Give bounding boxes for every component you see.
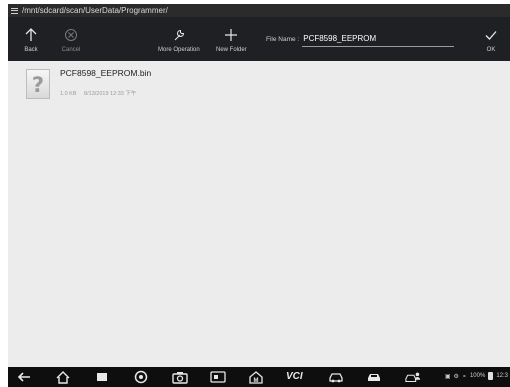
vci-button[interactable]: VCI <box>286 371 303 382</box>
toolbar: Back Cancel More Operation New Folder Fi… <box>8 17 510 61</box>
ok-button[interactable]: OK <box>480 17 502 61</box>
more-operation-button[interactable]: More Operation <box>158 17 200 61</box>
file-meta: 1.0 KB 8/13/2019 12:33 下午 <box>60 89 142 97</box>
screen: /mnt/sdcard/scan/UserData/Programmer/ Ba… <box>8 4 510 387</box>
file-list: ? PCF8598_EEPROM.bin 1.0 KB 8/13/2019 12… <box>8 61 510 367</box>
unknown-file-icon: ? <box>26 69 50 99</box>
file-size: 1.0 KB <box>60 91 77 97</box>
browser-icon[interactable] <box>133 369 149 385</box>
svg-text:M: M <box>254 378 259 384</box>
file-name-label: File Name : <box>266 35 300 43</box>
clock: 12:3 <box>496 373 508 379</box>
new-folder-label: New Folder <box>216 46 247 53</box>
home-icon[interactable] <box>55 369 71 385</box>
camera-icon[interactable] <box>172 369 188 385</box>
recent-apps-icon[interactable] <box>94 369 110 385</box>
settings-icon: ⚙ <box>453 373 459 380</box>
current-path: /mnt/sdcard/scan/UserData/Programmer/ <box>22 6 168 15</box>
new-folder-button[interactable]: New Folder <box>216 17 247 61</box>
back-arrow-icon[interactable] <box>16 369 32 385</box>
more-operation-label: More Operation <box>158 46 200 53</box>
battery-icon <box>488 372 494 380</box>
cancel-button[interactable]: Cancel <box>60 17 82 61</box>
menu-icon[interactable] <box>11 6 20 15</box>
checkmark-icon <box>480 26 502 44</box>
wifi-icon: ⚬ <box>461 373 467 380</box>
screen-mirror-icon[interactable] <box>210 369 226 385</box>
arrow-up-icon <box>20 26 42 44</box>
file-date: 8/13/2019 12:33 下午 <box>84 91 137 97</box>
back-label: Back <box>24 46 38 53</box>
system-navbar: M VCI ▣ ⚙ ⚬ 100% 12:3 <box>8 367 510 387</box>
cancel-label: Cancel <box>61 46 81 53</box>
cancel-circle-icon <box>60 26 82 44</box>
car-diagnostic-icon[interactable] <box>328 369 344 385</box>
ok-label: OK <box>486 46 496 53</box>
file-name-input[interactable] <box>302 31 455 47</box>
car-service-icon[interactable] <box>366 369 382 385</box>
battery-percent: 100% <box>469 373 486 379</box>
list-item[interactable]: ? PCF8598_EEPROM.bin 1.0 KB 8/13/2019 12… <box>26 67 326 101</box>
file-name-group: File Name : <box>266 17 455 61</box>
car-user-icon[interactable] <box>405 369 421 385</box>
message-icon: ▣ <box>444 373 451 380</box>
status-area: ▣ ⚙ ⚬ 100% 12:3 <box>445 372 508 380</box>
maxi-home-icon[interactable]: M <box>248 369 264 385</box>
path-bar: /mnt/sdcard/scan/UserData/Programmer/ <box>8 4 510 17</box>
wrench-icon <box>168 26 190 44</box>
file-name: PCF8598_EEPROM.bin <box>60 68 152 78</box>
plus-icon <box>220 26 242 44</box>
back-button[interactable]: Back <box>20 17 42 61</box>
